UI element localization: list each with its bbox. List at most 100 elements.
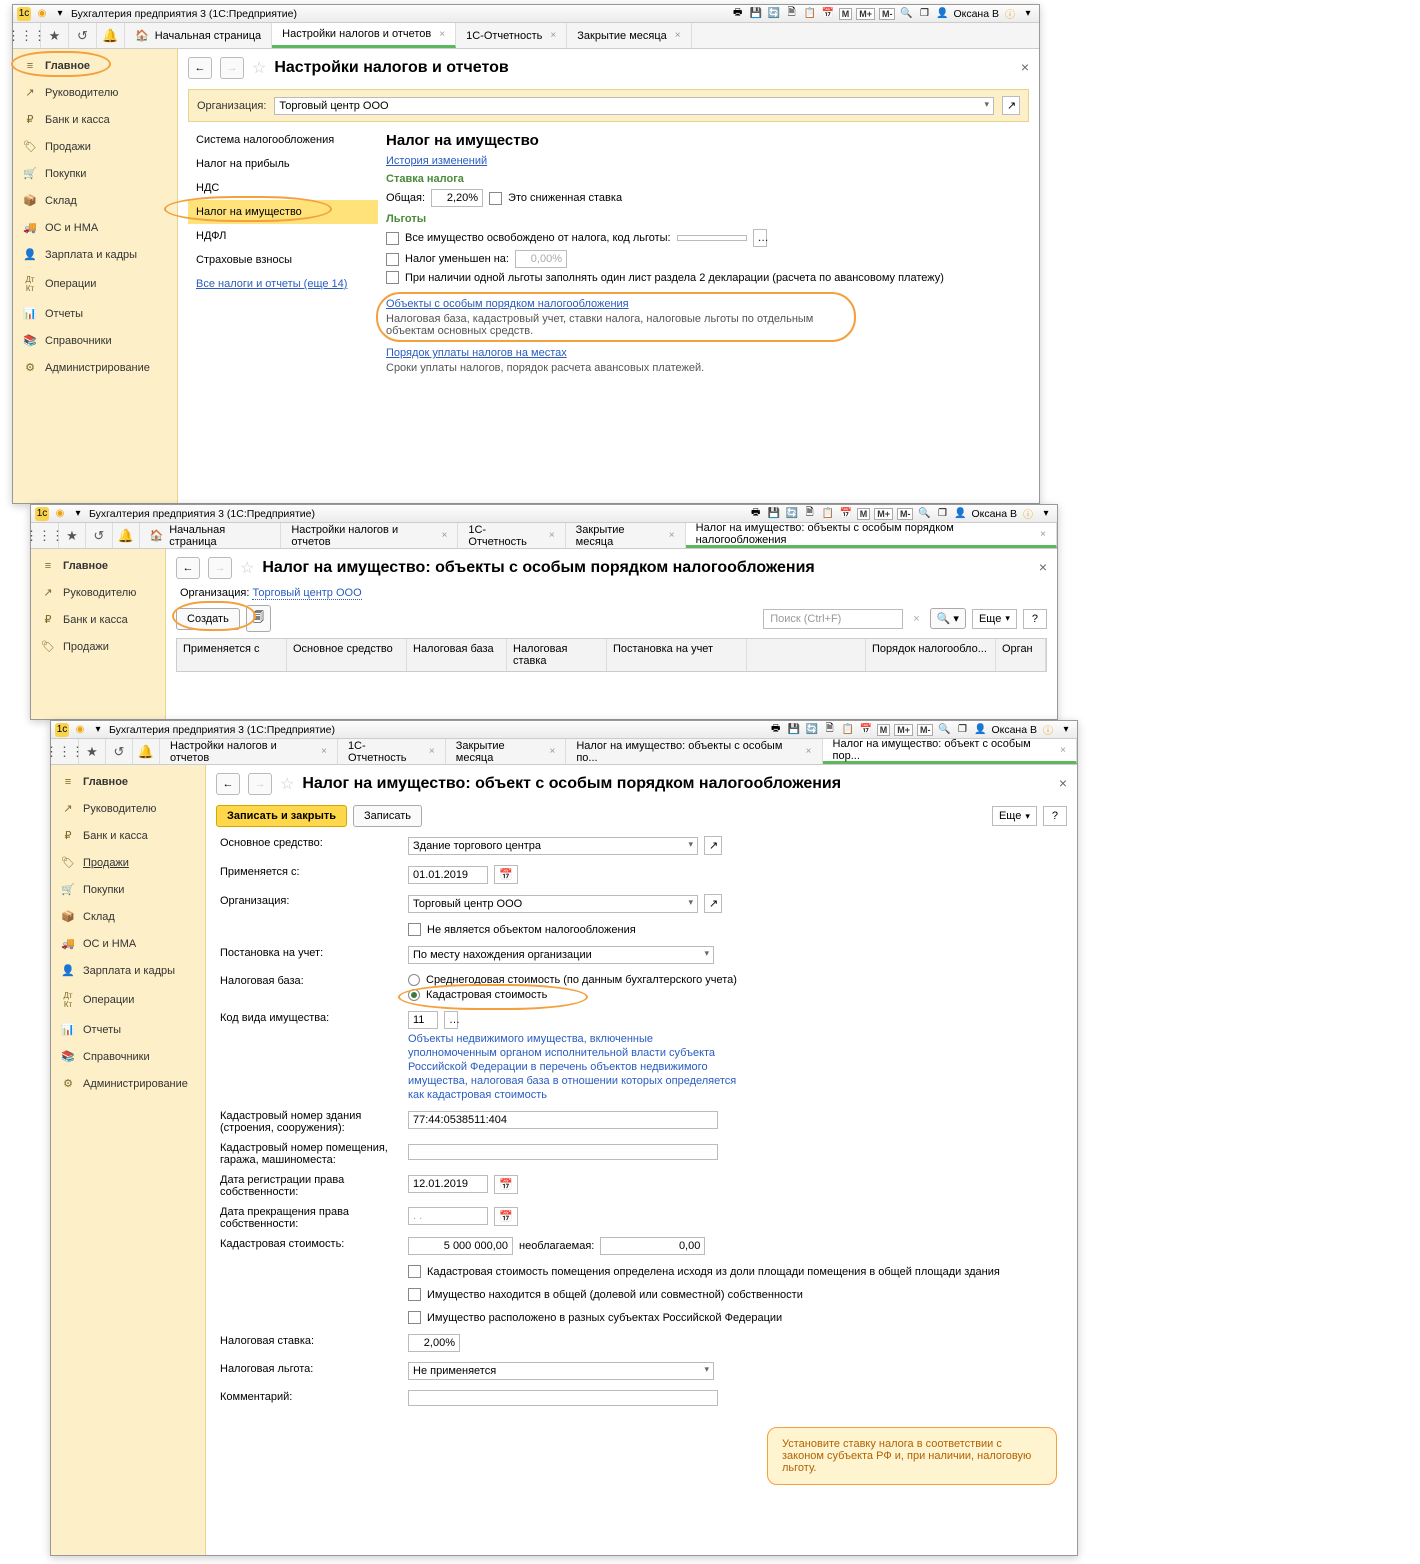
tab-month-close[interactable]: Закрытие месяца×	[567, 23, 691, 48]
info-icon[interactable]: ⓘ	[1003, 7, 1017, 21]
tab-tax-settings[interactable]: Настройки налогов и отчетов×	[272, 23, 456, 48]
sidebar-item-hr[interactable]: 👤Зарплата и кадры	[13, 241, 177, 268]
col-organ[interactable]: Орган	[996, 639, 1046, 671]
favorite-icon[interactable]: ★	[41, 23, 69, 48]
reg-select[interactable]: По месту нахождения организации	[408, 946, 714, 964]
sidebar-item-purchases[interactable]: 🛒Покупки	[13, 160, 177, 187]
save-icon[interactable]: 💾	[749, 7, 763, 21]
rate-input[interactable]: 2,20%	[431, 189, 483, 207]
c2-checkbox[interactable]	[408, 1288, 421, 1301]
close-icon[interactable]: ×	[1039, 559, 1047, 575]
forward-button[interactable]: →	[248, 773, 272, 795]
os-open[interactable]: ↗	[704, 836, 722, 855]
dreg-input[interactable]: 12.01.2019	[408, 1175, 488, 1193]
settings-item-system[interactable]: Система налогообложения	[188, 128, 378, 152]
close-icon[interactable]: ×	[675, 30, 681, 41]
calendar-icon[interactable]: 📅	[494, 1207, 518, 1226]
more-button[interactable]: Еще	[972, 609, 1017, 629]
user-name[interactable]: Оксана В	[953, 8, 999, 20]
os-select[interactable]: Здание торгового центра	[408, 837, 698, 855]
org-select[interactable]: Торговый центр ООО	[274, 97, 994, 115]
base-radio-average[interactable]	[408, 974, 420, 986]
col-rate[interactable]: Налоговая ставка	[507, 639, 607, 671]
sidebar-item-sales[interactable]: 🏷Продажи	[51, 849, 205, 876]
sidebar-item-manager[interactable]: ↗Руководителю	[13, 79, 177, 106]
back-button[interactable]: ←	[216, 773, 240, 795]
save-close-button[interactable]: Записать и закрыть	[216, 805, 347, 827]
benefit-select[interactable]: Не применяется	[408, 1362, 714, 1380]
tab-1c-report[interactable]: 1С-Отчетность×	[456, 23, 567, 48]
rate-input[interactable]: 2,00%	[408, 1334, 460, 1352]
calendar-icon[interactable]: 📅	[494, 1175, 518, 1194]
history-link[interactable]: История изменений	[386, 155, 487, 167]
tab-tax-settings[interactable]: Настройки налогов и отчетов×	[281, 523, 458, 548]
knb-input[interactable]: 77:44:0538511:404	[408, 1111, 718, 1129]
c3-checkbox[interactable]	[408, 1311, 421, 1324]
tab-object-form[interactable]: Налог на имущество: объект с особым пор.…	[823, 739, 1077, 764]
chevron-down-icon[interactable]: ▾	[53, 7, 67, 21]
kind-more[interactable]: …	[444, 1011, 458, 1029]
sidebar-item-reports[interactable]: 📊Отчеты	[13, 300, 177, 327]
calendar-icon[interactable]: 📅	[494, 865, 518, 884]
special-objects-link[interactable]: Объекты с особым порядком налогообложени…	[386, 298, 629, 310]
comment-input[interactable]	[408, 1390, 718, 1406]
help-button[interactable]: ?	[1043, 806, 1067, 826]
settings-item-insurance[interactable]: Страховые взносы	[188, 248, 378, 272]
col-applied-from[interactable]: Применяется с	[177, 639, 287, 671]
not-object-checkbox[interactable]	[408, 923, 421, 936]
circle-icon[interactable]: ◉	[35, 7, 49, 21]
b1-more[interactable]: …	[753, 229, 767, 247]
sidebar-item-warehouse[interactable]: 📦Склад	[13, 187, 177, 214]
b2-input[interactable]: 0,00%	[515, 250, 567, 268]
chevron-down-icon[interactable]: ▾	[71, 507, 85, 521]
base-radio-cadastral[interactable]	[408, 989, 420, 1001]
col-order[interactable]: Порядок налогообло...	[866, 639, 996, 671]
kst-input[interactable]: 5 000 000,00	[408, 1237, 513, 1255]
sidebar-item-main[interactable]: ≡Главное	[13, 53, 177, 79]
payment-order-link[interactable]: Порядок уплаты налогов на местах	[386, 347, 567, 359]
settings-item-profit[interactable]: Налог на прибыль	[188, 152, 378, 176]
back-button[interactable]: ←	[176, 557, 200, 579]
settings-item-ndfl[interactable]: НДФЛ	[188, 224, 378, 248]
apps-icon[interactable]: ⋮⋮⋮	[13, 23, 41, 48]
sidebar-item-refs[interactable]: 📚Справочники	[13, 327, 177, 354]
close-icon[interactable]: ×	[439, 29, 445, 40]
m-plus-btn[interactable]: M+	[856, 8, 875, 20]
reduced-rate-checkbox[interactable]	[489, 192, 502, 205]
tab-home[interactable]: 🏠Начальная страница	[125, 23, 272, 48]
col-base[interactable]: Налоговая база	[407, 639, 507, 671]
star-icon[interactable]: ☆	[280, 774, 294, 794]
org-select[interactable]: Торговый центр ООО	[408, 895, 698, 913]
settings-item-nds[interactable]: НДС	[188, 176, 378, 200]
window-icon[interactable]: ❐	[917, 7, 931, 21]
sidebar-item-admin[interactable]: ⚙Администрирование	[13, 354, 177, 381]
close-icon[interactable]: ×	[1021, 59, 1029, 75]
circle-icon[interactable]: ◉	[53, 507, 67, 521]
refresh-icon[interactable]: 🔄	[767, 7, 781, 21]
sidebar-item-os-nma[interactable]: 🚚ОС и НМА	[13, 214, 177, 241]
print-icon[interactable]: 🖶	[731, 7, 745, 21]
b1-code-input[interactable]	[677, 235, 747, 241]
bell-icon[interactable]: 🔔	[97, 23, 125, 48]
save-button[interactable]: Записать	[353, 805, 422, 827]
kst-nontax-input[interactable]: 0,00	[600, 1237, 705, 1255]
tab-objects-list[interactable]: Налог на имущество: объекты с особым пор…	[686, 523, 1057, 548]
magnifier-icon[interactable]: 🔍	[899, 7, 913, 21]
help-button[interactable]: ?	[1023, 609, 1047, 629]
from-input[interactable]: 01.01.2019	[408, 866, 488, 884]
sidebar-item-operations[interactable]: ДтКтОперации	[13, 268, 177, 300]
copy-button[interactable]: 🗐	[246, 605, 271, 632]
kind-input[interactable]: 11	[408, 1011, 438, 1029]
more-button[interactable]: Еще	[992, 806, 1037, 826]
dend-input[interactable]: . .	[408, 1207, 488, 1225]
b3-checkbox[interactable]	[386, 271, 399, 284]
close-icon[interactable]: ×	[550, 30, 556, 41]
forward-button[interactable]: →	[220, 57, 244, 79]
col-os[interactable]: Основное средство	[287, 639, 407, 671]
doc-icon[interactable]: 🗎	[785, 7, 799, 21]
search-button[interactable]: 🔍 ▾	[930, 608, 966, 629]
search-input[interactable]: Поиск (Ctrl+F)	[763, 609, 903, 629]
b2-checkbox[interactable]	[386, 253, 399, 266]
settings-more-link[interactable]: Все налоги и отчеты (еще 14)	[196, 278, 347, 290]
star-icon[interactable]: ☆	[240, 558, 254, 578]
